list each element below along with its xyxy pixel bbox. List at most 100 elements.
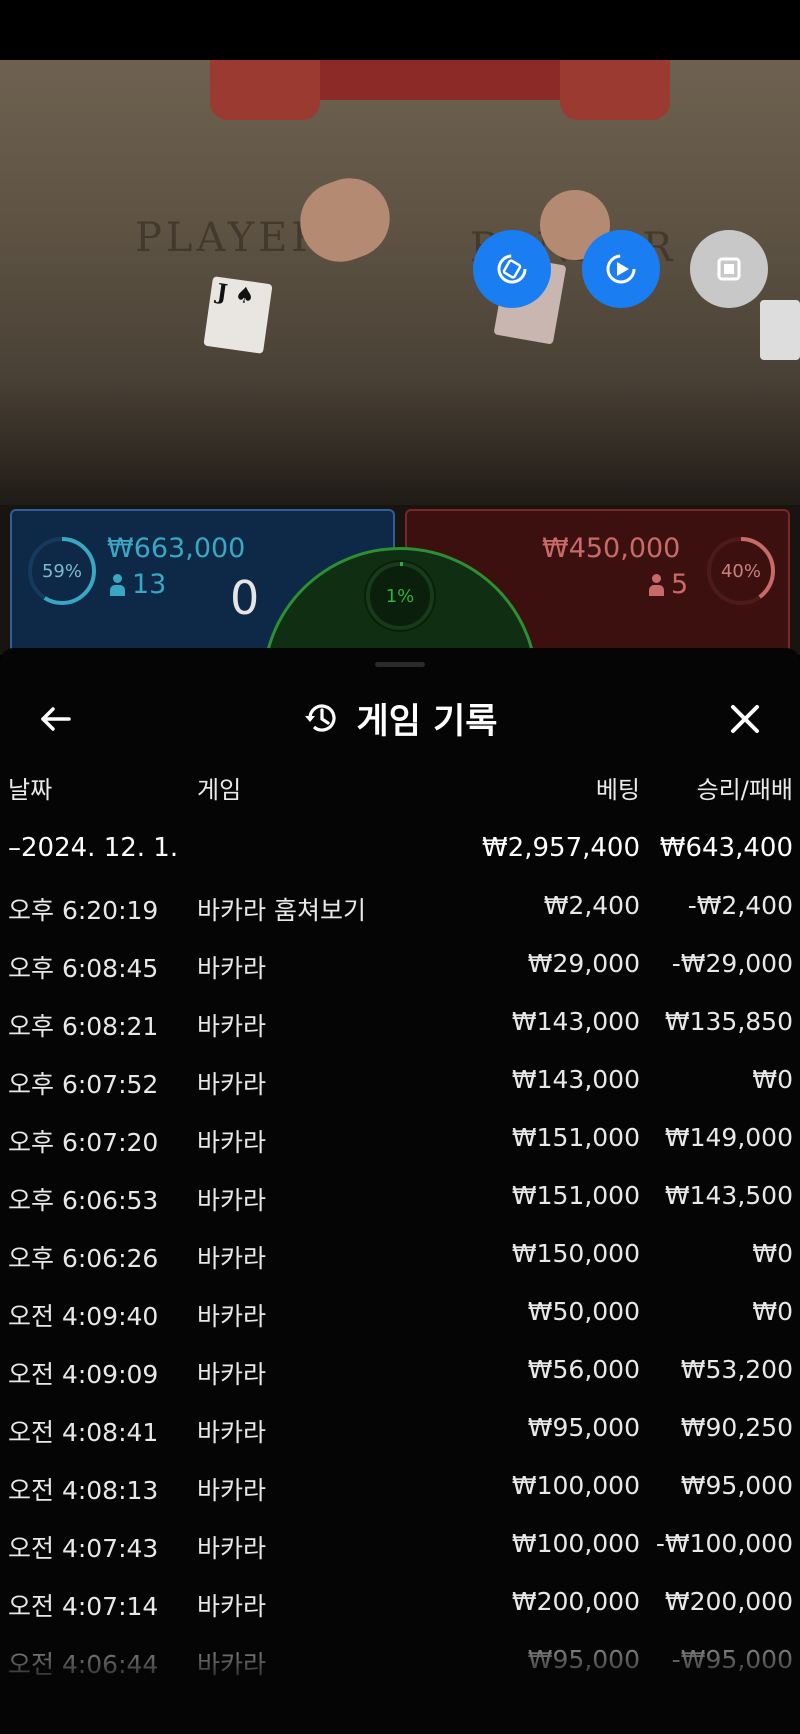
- table-player-label: PLAYER: [135, 215, 326, 261]
- close-button[interactable]: [720, 694, 770, 744]
- date-group-label: –2024. 12. 1.: [8, 833, 179, 863]
- row-game: 바카라: [197, 1360, 267, 1389]
- sheet-header: 게임 기록: [0, 688, 800, 748]
- row-bet: ₩143,000: [511, 1065, 640, 1094]
- row-time: 오전 4:08:13: [8, 1476, 159, 1505]
- history-row[interactable]: 오후 6:06:26 바카라 ₩150,000 ₩0: [0, 1227, 800, 1285]
- history-row[interactable]: 오전 4:07:43 바카라 ₩100,000 -₩100,000: [0, 1517, 800, 1575]
- tie-percent: 1%: [385, 585, 415, 607]
- history-row[interactable]: 오전 4:08:41 바카라 ₩95,000 ₩90,250: [0, 1401, 800, 1459]
- row-time: 오전 4:09:40: [8, 1302, 159, 1331]
- row-win: ₩53,200: [680, 1355, 793, 1384]
- row-win: ₩0: [752, 1239, 793, 1268]
- player-bet-amount: ₩663,000: [107, 533, 246, 564]
- row-game: 바카라: [197, 1476, 267, 1505]
- stop-button[interactable]: [690, 230, 768, 308]
- date-group-row[interactable]: –2024. 12. 1. ₩2,957,400 ₩643,400: [0, 821, 800, 879]
- player-score: 0: [230, 571, 260, 625]
- column-header-win[interactable]: 승리/패배: [697, 770, 793, 805]
- row-bet: ₩2,400: [543, 891, 640, 920]
- row-win: -₩2,400: [687, 891, 793, 920]
- bet-strip: 59% ₩663,000 13 0 ₩450,000 5 40% 1%: [0, 505, 800, 823]
- player-count-value: 13: [132, 569, 167, 600]
- history-icon: [304, 704, 336, 732]
- row-time: 오전 4:08:41: [8, 1418, 159, 1447]
- replay-icon: [606, 254, 636, 284]
- history-row[interactable]: 오전 4:09:40 바카라 ₩50,000 ₩0: [0, 1285, 800, 1343]
- history-row[interactable]: 오전 4:07:14 바카라 ₩200,000 ₩200,000: [0, 1575, 800, 1633]
- banker-bet-amount: ₩450,000: [542, 533, 681, 564]
- row-time: 오전 4:07:14: [8, 1592, 159, 1621]
- column-header-date[interactable]: 날짜: [8, 770, 52, 805]
- row-game: 바카라: [197, 1186, 267, 1215]
- status-bar: [0, 0, 800, 60]
- arrow-left-icon: [41, 707, 71, 731]
- banker-count-value: 5: [671, 569, 689, 600]
- row-bet: ₩143,000: [511, 1007, 640, 1036]
- row-time: 오후 6:20:19: [8, 896, 159, 925]
- row-time: 오후 6:06:53: [8, 1186, 159, 1215]
- player-bettor-count: 13: [110, 569, 166, 600]
- rotate-button[interactable]: [473, 230, 551, 308]
- history-row[interactable]: 오후 6:07:52 바카라 ₩143,000 ₩0: [0, 1053, 800, 1111]
- row-bet: ₩100,000: [511, 1529, 640, 1558]
- row-game: 바카라: [197, 1070, 267, 1099]
- row-time: 오후 6:07:20: [8, 1128, 159, 1157]
- replay-button[interactable]: [582, 230, 660, 308]
- row-win: ₩90,250: [680, 1413, 793, 1442]
- row-win: ₩95,000: [680, 1471, 793, 1500]
- row-game: 바카라: [197, 1302, 267, 1331]
- sheet-grabber[interactable]: [375, 662, 425, 667]
- row-win: ₩149,000: [664, 1123, 793, 1152]
- history-row[interactable]: 오후 6:20:19 바카라 훔쳐보기 ₩2,400 -₩2,400: [0, 879, 800, 937]
- row-game: 바카라: [197, 1012, 267, 1041]
- player-percent-ring: 59%: [26, 535, 98, 607]
- row-win: ₩143,500: [664, 1181, 793, 1210]
- banker-bettor-count: 5: [649, 569, 688, 600]
- banker-percent-ring: 40%: [705, 535, 777, 607]
- column-header-game[interactable]: 게임: [197, 770, 241, 805]
- person-icon: [110, 573, 125, 596]
- row-win: -₩29,000: [671, 949, 793, 978]
- row-bet: ₩56,000: [527, 1355, 640, 1384]
- history-row[interactable]: 오전 4:09:09 바카라 ₩56,000 ₩53,200: [0, 1343, 800, 1401]
- row-game: 바카라: [197, 1418, 267, 1447]
- row-time: 오전 4:07:43: [8, 1534, 159, 1563]
- row-time: 오후 6:07:52: [8, 1070, 159, 1099]
- card-shoe: [760, 300, 800, 360]
- row-win: ₩0: [752, 1297, 793, 1326]
- row-time: 오전 4:09:09: [8, 1360, 159, 1389]
- history-row[interactable]: 오후 6:06:53 바카라 ₩151,000 ₩143,500: [0, 1169, 800, 1227]
- row-win: ₩200,000: [664, 1587, 793, 1616]
- row-bet: ₩151,000: [511, 1181, 640, 1210]
- history-row[interactable]: 오후 6:08:21 바카라 ₩143,000 ₩135,850: [0, 995, 800, 1053]
- history-row[interactable]: 오후 6:08:45 바카라 ₩29,000 -₩29,000: [0, 937, 800, 995]
- person-icon: [649, 573, 664, 596]
- row-bet: ₩95,000: [527, 1413, 640, 1442]
- row-game: 바카라: [197, 954, 267, 983]
- row-bet: ₩150,000: [511, 1239, 640, 1268]
- date-group-bet-total: ₩2,957,400: [481, 833, 640, 863]
- banker-percent: 40%: [720, 560, 761, 582]
- row-game: 바카라: [197, 1244, 267, 1273]
- game-history-sheet: 게임 기록 날짜 게임 베팅 승리/패배 –2024. 12. 1. ₩2,95…: [0, 648, 800, 1734]
- row-bet: ₩151,000: [511, 1123, 640, 1152]
- tie-percent-ring: 1%: [364, 560, 436, 632]
- column-header-bet[interactable]: 베팅: [596, 770, 640, 805]
- row-bet: ₩100,000: [511, 1471, 640, 1500]
- row-win: ₩0: [752, 1065, 793, 1094]
- history-row[interactable]: 오전 4:08:13 바카라 ₩100,000 ₩95,000: [0, 1459, 800, 1517]
- row-game: 바카라: [197, 1128, 267, 1157]
- row-win: ₩135,850: [664, 1007, 793, 1036]
- list-fade: [0, 1628, 800, 1688]
- row-win: -₩100,000: [655, 1529, 793, 1558]
- row-bet: ₩200,000: [511, 1587, 640, 1616]
- back-button[interactable]: [30, 694, 80, 744]
- row-bet: ₩29,000: [527, 949, 640, 978]
- row-time: 오후 6:06:26: [8, 1244, 159, 1273]
- player-percent: 59%: [41, 560, 82, 582]
- row-time: 오후 6:08:45: [8, 954, 159, 983]
- history-row[interactable]: 오후 6:07:20 바카라 ₩151,000 ₩149,000: [0, 1111, 800, 1169]
- row-game: 바카라 훔쳐보기: [197, 896, 366, 925]
- row-time: 오후 6:08:21: [8, 1012, 159, 1041]
